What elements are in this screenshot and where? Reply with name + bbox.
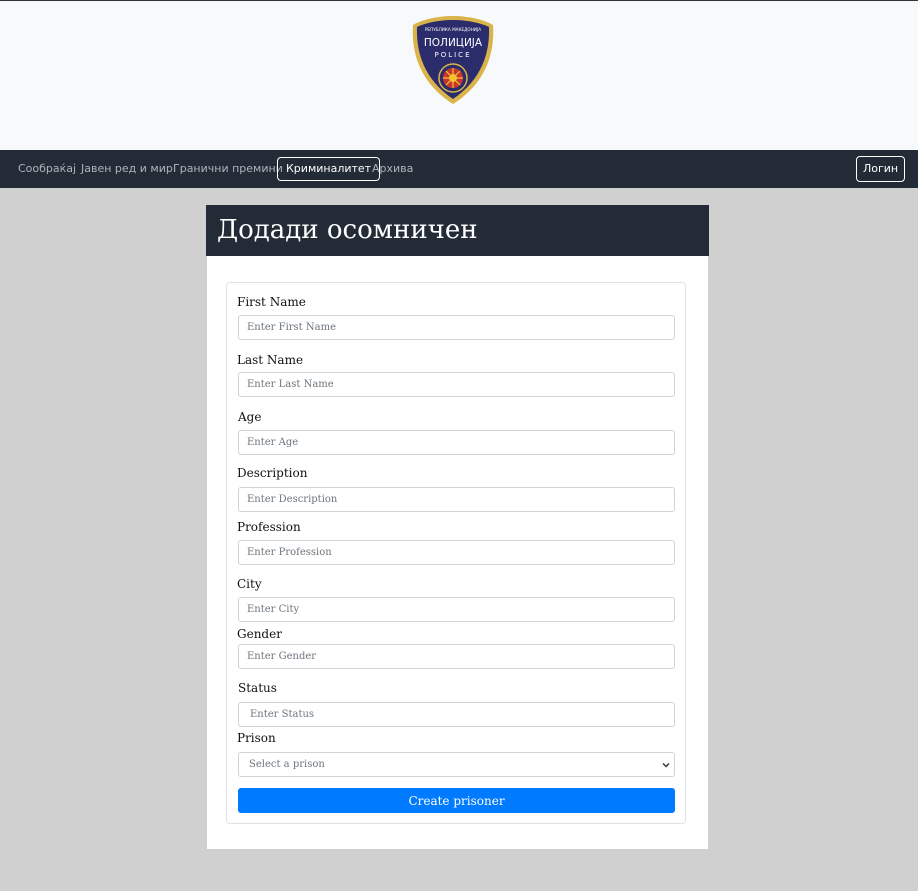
svg-text:POLICE: POLICE [434, 51, 471, 59]
create-prisoner-button[interactable]: Create prisoner [238, 788, 675, 813]
svg-text:РЕПУБЛИКА МАКЕДОНИЈА: РЕПУБЛИКА МАКЕДОНИЈА [425, 27, 481, 32]
page-title: Додади осомничен [217, 215, 478, 245]
chevron-down-icon [662, 762, 670, 768]
gender-label: Gender [237, 627, 282, 641]
city-input[interactable] [238, 597, 675, 622]
police-badge-logo: РЕПУБЛИКА МАКЕДОНИЈА ПОЛИЦИЈА POLICE [412, 16, 494, 104]
first-name-input[interactable] [238, 315, 675, 340]
last-name-label: Last Name [237, 353, 304, 367]
description-label: Description [237, 466, 308, 480]
login-button[interactable]: Логин [856, 156, 905, 182]
age-label: Age [238, 410, 262, 424]
prison-select-value: Select a prison [249, 759, 325, 770]
first-name-label: First Name [237, 295, 306, 309]
nav-item-public-order[interactable]: Јавен ред и мир [81, 157, 173, 181]
main-navbar: Сообраќај Јавен ред и мир Гранични преми… [0, 150, 918, 188]
status-label: Status [238, 681, 277, 695]
status-input[interactable] [238, 702, 675, 727]
svg-text:ПОЛИЦИЈА: ПОЛИЦИЈА [424, 37, 483, 49]
age-input[interactable] [238, 430, 675, 455]
nav-item-border-crossings[interactable]: Гранични премини [173, 157, 283, 181]
city-label: City [237, 577, 262, 591]
prison-label: Prison [237, 731, 276, 745]
nav-item-traffic[interactable]: Сообраќај [18, 157, 76, 181]
nav-item-crime[interactable]: Криминалитет [277, 157, 381, 181]
site-header: РЕПУБЛИКА МАКЕДОНИЈА ПОЛИЦИЈА POLICE [0, 1, 918, 150]
description-input[interactable] [238, 487, 675, 512]
profession-label: Profession [237, 520, 301, 534]
last-name-input[interactable] [238, 372, 675, 397]
panel-header: Додади осомничен [206, 205, 709, 256]
gender-input[interactable] [238, 644, 675, 669]
profession-input[interactable] [238, 540, 675, 565]
add-suspect-panel: Додади осомничен First Name Last Name Ag… [206, 205, 709, 849]
nav-item-archive[interactable]: Архива [372, 157, 413, 181]
add-prisoner-form: First Name Last Name Age Description Pro… [226, 282, 686, 824]
prison-select[interactable]: Select a prison [238, 752, 675, 777]
